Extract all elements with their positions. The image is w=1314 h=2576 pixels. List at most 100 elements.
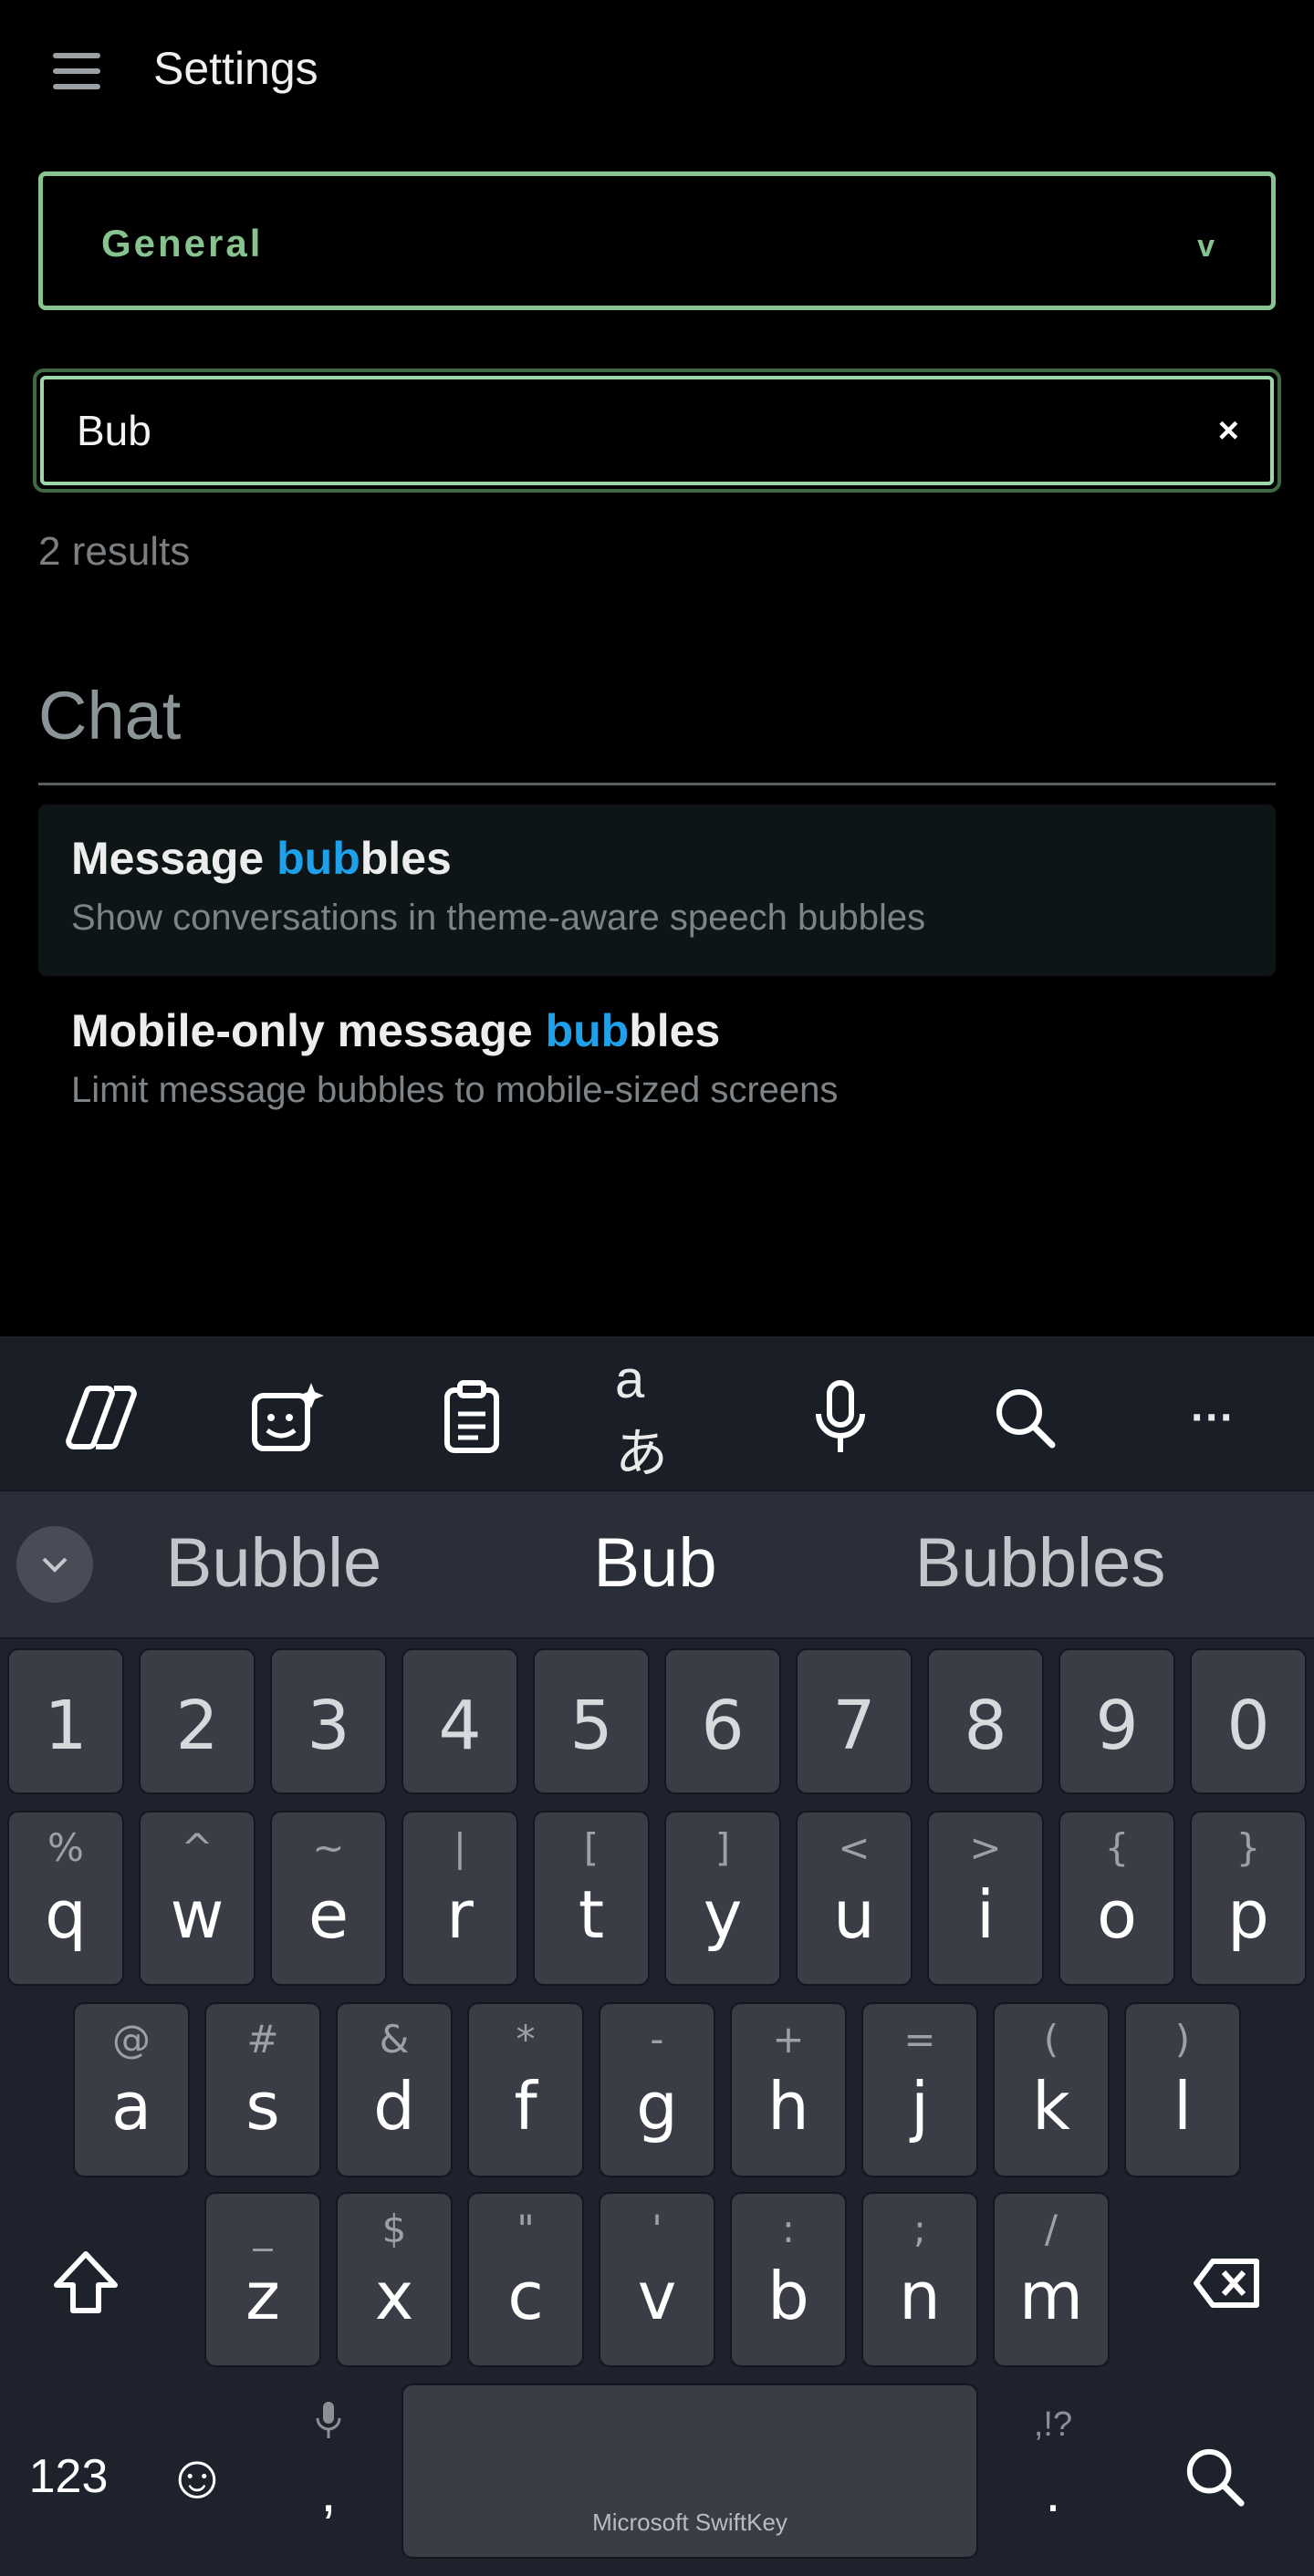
key-label: 4: [438, 1687, 482, 1765]
page-title: Settings: [153, 43, 318, 94]
key-t[interactable]: [t: [533, 1811, 650, 1986]
key-label: m: [1018, 2258, 1084, 2334]
key-label: a: [110, 2068, 152, 2145]
search-field[interactable]: ×: [40, 376, 1274, 485]
suggestion-3[interactable]: Bubbles: [894, 1522, 1186, 1605]
key-label: g: [636, 2068, 678, 2145]
collapse-toolbar-button[interactable]: [16, 1526, 93, 1603]
result-title-text: Message: [71, 833, 277, 884]
section-divider: [38, 783, 1276, 785]
key-m[interactable]: / m: [993, 2192, 1110, 2367]
clipboard-icon[interactable]: [431, 1376, 513, 1459]
key-x[interactable]: $ x: [336, 2192, 453, 2367]
hamburger-icon[interactable]: [53, 53, 100, 89]
key-alt-label: {: [1104, 1825, 1130, 1870]
key-h[interactable]: + h: [730, 2002, 847, 2177]
shift-key[interactable]: [36, 2196, 135, 2371]
key-alt-label: &: [379, 2017, 410, 2062]
key-alt-label: +: [772, 2017, 805, 2062]
key-z[interactable]: _ z: [204, 2192, 321, 2367]
key-o[interactable]: {o: [1058, 1811, 1175, 1986]
key-label: q: [45, 1876, 87, 1953]
key-4[interactable]: 4: [402, 1648, 518, 1794]
key-n[interactable]: ; n: [861, 2192, 978, 2367]
key-label: u: [833, 1876, 875, 1953]
key-label: o: [1096, 1876, 1138, 1953]
key-alt-label: ;: [912, 2207, 927, 2251]
translate-icon[interactable]: aあ: [615, 1350, 697, 1483]
category-dropdown[interactable]: General v: [38, 171, 1276, 310]
key-alt-label: =: [903, 2017, 936, 2062]
key-s[interactable]: # s: [204, 2002, 321, 2177]
key-c[interactable]: " c: [467, 2192, 584, 2367]
key-0[interactable]: 0: [1190, 1648, 1307, 1794]
key-alt-label: <: [838, 1825, 871, 1870]
keyboard-brand-label: Microsoft SwiftKey: [592, 2508, 787, 2536]
key-l[interactable]: ) l: [1124, 2002, 1241, 2177]
key-label: k: [1032, 2068, 1070, 2145]
key-label: l: [1173, 2068, 1192, 2145]
key-alt-label: ): [1174, 2017, 1191, 2062]
comma-key[interactable]: ,: [274, 2384, 383, 2559]
key-5[interactable]: 5: [533, 1648, 650, 1794]
key-alt-label: ^: [181, 1825, 214, 1870]
key-g[interactable]: -g: [599, 2002, 715, 2177]
suggestion-1[interactable]: Bubble: [137, 1522, 411, 1605]
search-input[interactable]: [75, 379, 1152, 482]
key-label: 6: [701, 1687, 745, 1765]
clear-search-icon[interactable]: ×: [1218, 410, 1239, 452]
key-label: c: [507, 2258, 544, 2334]
key-9[interactable]: 9: [1058, 1648, 1175, 1794]
key-label: 8: [964, 1687, 1007, 1765]
key-f[interactable]: * f: [467, 2002, 584, 2177]
microphone-icon[interactable]: [799, 1376, 881, 1459]
key-w[interactable]: ^ w: [139, 1811, 256, 1986]
key-e[interactable]: ~ e: [270, 1811, 387, 1986]
result-title-match: bub: [276, 833, 360, 884]
copilot-icon[interactable]: [60, 1376, 142, 1459]
key-i[interactable]: > i: [927, 1811, 1044, 1986]
key-a[interactable]: @ a: [73, 2002, 190, 2177]
key-y[interactable]: ] y: [664, 1811, 781, 1986]
key-alt-label: *: [516, 2017, 536, 2062]
period-key[interactable]: ,!? .: [1000, 2384, 1106, 2559]
key-k[interactable]: (k: [993, 2002, 1110, 2177]
search-action-key[interactable]: [1164, 2394, 1265, 2559]
key-3[interactable]: 3: [270, 1648, 387, 1794]
key-label: 1: [44, 1687, 88, 1765]
key-label: z: [245, 2258, 280, 2334]
backspace-key[interactable]: [1177, 2196, 1278, 2371]
key-label: p: [1227, 1876, 1269, 1953]
result-item-mobile-only-message-bubbles[interactable]: Mobile-only message bubbles Limit messag…: [38, 977, 1276, 1148]
key-d[interactable]: & d: [336, 2002, 453, 2177]
suggestion-2[interactable]: Bub: [518, 1522, 792, 1605]
key-alt-label: >: [969, 1825, 1002, 1870]
key-8[interactable]: 8: [927, 1648, 1044, 1794]
microphone-icon: [316, 2402, 341, 2438]
key-r[interactable]: | r: [402, 1811, 518, 1986]
spacebar[interactable]: Microsoft SwiftKey: [402, 2384, 978, 2559]
key-b[interactable]: :b: [730, 2192, 847, 2367]
keyboard: aあ ··· Bubble Bub Bubbles 1 2 3 4 5 6 7 …: [0, 1336, 1314, 2576]
result-item-message-bubbles[interactable]: Message bubbles Show conversations in th…: [38, 805, 1276, 976]
category-dropdown-value: General: [101, 222, 264, 265]
sticker-sparkle-icon[interactable]: [246, 1376, 328, 1459]
key-alt-label: [: [583, 1825, 600, 1870]
more-icon[interactable]: ···: [1172, 1376, 1254, 1459]
key-label: r: [446, 1876, 474, 1953]
key-label: n: [899, 2258, 941, 2334]
key-u[interactable]: < u: [796, 1811, 912, 1986]
key-6[interactable]: 6: [664, 1648, 781, 1794]
key-alt-label: %: [47, 1825, 84, 1870]
search-icon[interactable]: [984, 1376, 1066, 1459]
emoji-icon[interactable]: ☺: [151, 2394, 243, 2559]
key-1[interactable]: 1: [7, 1648, 124, 1794]
key-j[interactable]: = j: [861, 2002, 978, 2177]
key-v[interactable]: ' v: [599, 2192, 715, 2367]
numbers-mode-key[interactable]: 123: [9, 2394, 128, 2559]
key-7[interactable]: 7: [796, 1648, 912, 1794]
search-field-focus-ring: ×: [33, 369, 1281, 493]
key-p[interactable]: } p: [1190, 1811, 1307, 1986]
key-2[interactable]: 2: [139, 1648, 256, 1794]
key-q[interactable]: % q: [7, 1811, 124, 1986]
